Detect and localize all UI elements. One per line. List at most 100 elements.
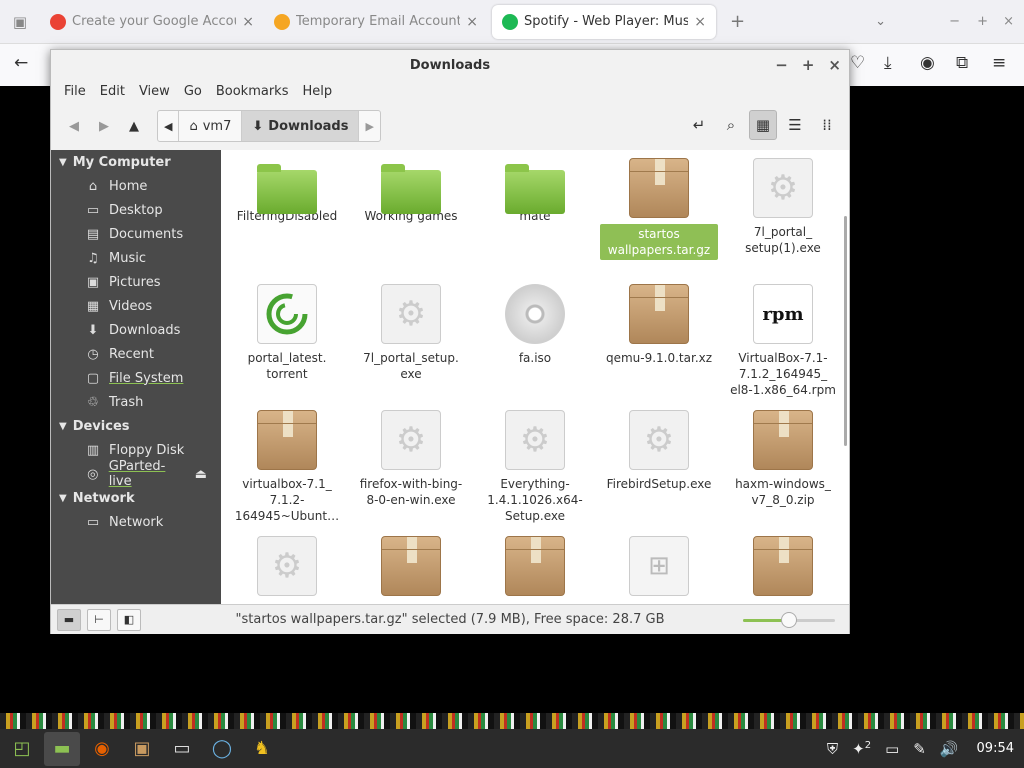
tab-overview-icon[interactable]: ▣ xyxy=(0,13,40,31)
file-item[interactable]: mate xyxy=(473,158,597,284)
file-item[interactable]: haxm-windows_ v7_8_0.zip xyxy=(721,410,845,536)
show-treeview-button[interactable]: ⊢ xyxy=(87,608,111,631)
sidebar-item-pictures[interactable]: ▣ Pictures xyxy=(51,270,221,294)
list-view-button[interactable]: ☰ xyxy=(781,110,809,140)
file-item[interactable]: fa.iso xyxy=(473,284,597,410)
sidebar-item-desktop[interactable]: ▭ Desktop xyxy=(51,198,221,222)
tab-google-account[interactable]: Create your Google Account × xyxy=(40,5,264,39)
tab-title: Create your Google Account xyxy=(72,14,236,29)
file-item[interactable]: rpm VirtualBox-7.1- 7.1.2_164945_ el8-1.x… xyxy=(721,284,845,410)
window-titlebar[interactable]: Downloads − + × xyxy=(51,50,849,80)
sidebar-item-trash[interactable]: ♲ Trash xyxy=(51,390,221,414)
toggle-location-entry-icon[interactable]: ↵ xyxy=(685,110,713,140)
hide-sidebar-button[interactable]: ◧ xyxy=(117,608,141,631)
terminal-app-icon[interactable]: ▭ xyxy=(164,732,200,766)
tab-spotify[interactable]: Spotify - Web Player: Music × xyxy=(492,4,716,39)
clock[interactable]: 09:54 xyxy=(977,741,1014,756)
tab-close-icon[interactable]: × xyxy=(694,14,706,30)
browser-maximize-icon[interactable]: + xyxy=(977,14,988,29)
sidebar-item-home[interactable]: ⌂ Home xyxy=(51,174,221,198)
file-item[interactable]: virtualbox-7.1_ 7.1.2- 164945~Ubunt… xyxy=(225,410,349,536)
breadcrumb-right-arrow-icon[interactable]: ▶ xyxy=(359,111,379,141)
browser-minimize-icon[interactable]: − xyxy=(949,14,960,29)
file-item[interactable] xyxy=(721,536,845,604)
menu-help[interactable]: Help xyxy=(295,84,339,99)
sidebar-item-recent[interactable]: ◷ Recent xyxy=(51,342,221,366)
archive-manager-app-icon[interactable]: ▣ xyxy=(124,732,160,766)
tab-close-icon[interactable]: × xyxy=(242,14,254,30)
downloads-icon[interactable]: ⤓ xyxy=(884,53,892,73)
file-item[interactable]: ⚙ 7l_portal_ setup(1).exe xyxy=(721,158,845,284)
file-item[interactable]: ⚙ xyxy=(225,536,349,604)
tab-close-icon[interactable]: × xyxy=(466,14,478,30)
back-button[interactable]: ◀ xyxy=(59,111,89,141)
breadcrumb-home[interactable]: ⌂ vm7 xyxy=(179,111,243,141)
zoom-slider[interactable] xyxy=(743,612,835,628)
file-item[interactable]: ⚙ FirebirdSetup.exe xyxy=(597,410,721,536)
sidebar-item-downloads[interactable]: ⬇ Downloads xyxy=(51,318,221,342)
file-item[interactable] xyxy=(473,536,597,604)
file-item[interactable]: ⚙ Everything- 1.4.1.1026.x64- Setup.exe xyxy=(473,410,597,536)
volume-icon[interactable]: 🔊 xyxy=(940,740,959,758)
sidebar-item-documents[interactable]: ▤ Documents xyxy=(51,222,221,246)
file-item[interactable]: ⊞ xyxy=(597,536,721,604)
breadcrumb-left-arrow-icon[interactable]: ◀ xyxy=(158,111,180,141)
pocket-icon[interactable]: ♡ xyxy=(850,53,865,73)
mint-menu-icon[interactable]: ◰ xyxy=(4,732,40,766)
files-app-icon[interactable]: ▬ xyxy=(44,731,80,766)
file-item[interactable]: portal_latest. torrent xyxy=(225,284,349,410)
sidebar-section-devices[interactable]: ▼ Devices xyxy=(51,414,221,438)
icon-view-button[interactable]: ▦ xyxy=(749,110,777,140)
penguin-app-icon[interactable]: ♞ xyxy=(244,732,280,766)
display-icon[interactable]: ▭ xyxy=(885,740,899,758)
breadcrumb-downloads[interactable]: ⬇ Downloads xyxy=(242,111,360,141)
sidebar-section-my-computer[interactable]: ▼ My Computer xyxy=(51,150,221,174)
email-favicon-icon xyxy=(274,13,290,30)
sidebar-item-gparted-live[interactable]: ◎ GParted-live ⏏ xyxy=(51,459,221,489)
vertical-scrollbar[interactable] xyxy=(844,216,847,446)
pen-icon[interactable]: ✎ xyxy=(913,740,926,758)
file-item[interactable]: ⚙ firefox-with-bing- 8-0-en-win.exe xyxy=(349,410,473,536)
compact-view-button[interactable]: ⁞⁞ xyxy=(813,110,841,140)
sidebar-item-network[interactable]: ▭ Network xyxy=(51,510,221,534)
file-item[interactable]: qemu-9.1.0.tar.xz xyxy=(597,284,721,410)
browser-close-icon[interactable]: × xyxy=(1003,14,1014,29)
tab-temporary-email[interactable]: Temporary Email Account × xyxy=(264,5,488,39)
menu-edit[interactable]: Edit xyxy=(93,84,132,99)
file-view[interactable]: FilteringDisabled Working games mate starto… xyxy=(221,150,849,604)
sidebar-item-videos[interactable]: ▦ Videos xyxy=(51,294,221,318)
menu-icon[interactable]: ≡ xyxy=(992,53,1006,73)
minimize-button[interactable]: − xyxy=(775,56,788,74)
extensions-icon[interactable]: ⧉ xyxy=(956,53,968,73)
menu-view[interactable]: View xyxy=(132,84,177,99)
file-item[interactable]: startos wallpapers.tar.gz xyxy=(597,158,721,284)
new-tab-button[interactable]: + xyxy=(730,11,745,32)
file-item[interactable]: ⚙ 7l_portal_setup. exe xyxy=(349,284,473,410)
sidebar-section-network[interactable]: ▼ Network xyxy=(51,486,221,510)
sidebar-item-file-system[interactable]: ▢ File System xyxy=(51,366,221,390)
file-item[interactable]: FilteringDisabled xyxy=(225,158,349,284)
account-icon[interactable]: ◉ xyxy=(920,53,935,73)
file-item[interactable]: Working games xyxy=(349,158,473,284)
show-places-button[interactable]: ▬ xyxy=(57,608,81,631)
forward-button[interactable]: ▶ xyxy=(89,111,119,141)
zoom-slider-knob[interactable] xyxy=(781,612,797,628)
shield-icon[interactable]: ⛨ xyxy=(827,740,838,758)
close-button[interactable]: × xyxy=(828,56,841,74)
notifications-icon[interactable]: ✦2 xyxy=(852,740,871,758)
file-item[interactable] xyxy=(349,536,473,604)
maximize-button[interactable]: + xyxy=(802,56,815,74)
sidebar-item-music[interactable]: ♫ Music xyxy=(51,246,221,270)
firefox-app-icon[interactable]: ◉ xyxy=(84,732,120,766)
sidebar-item-label: Music xyxy=(109,250,146,266)
back-arrow-icon[interactable]: ← xyxy=(14,53,28,73)
menu-file[interactable]: File xyxy=(57,84,93,99)
menu-bookmarks[interactable]: Bookmarks xyxy=(209,84,296,99)
tab-list-chevron-icon[interactable]: ⌄ xyxy=(875,14,886,29)
up-button[interactable]: ▲ xyxy=(119,111,149,141)
executable-icon: ⚙ xyxy=(505,410,565,470)
search-icon[interactable]: ⌕ xyxy=(717,110,745,140)
menu-go[interactable]: Go xyxy=(177,84,209,99)
portal-app-icon[interactable]: ◯ xyxy=(204,732,240,766)
eject-icon[interactable]: ⏏ xyxy=(195,467,207,482)
